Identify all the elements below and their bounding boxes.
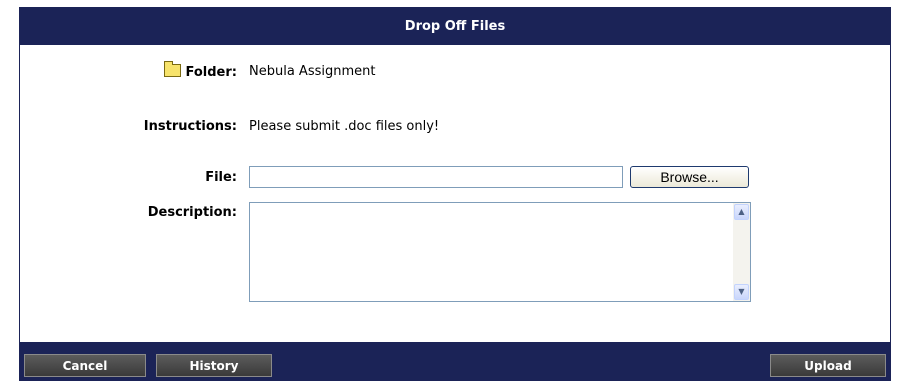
drop-off-panel: Drop Off Files Folder: Nebula Assignment…: [19, 7, 891, 381]
instructions-row: Instructions: Please submit .doc files o…: [20, 119, 890, 139]
file-label: File:: [205, 170, 237, 185]
folder-value: Nebula Assignment: [249, 64, 376, 79]
instructions-label: Instructions:: [143, 119, 237, 134]
browse-button[interactable]: Browse...: [630, 166, 749, 188]
folder-label-group: Folder:: [163, 61, 237, 80]
folder-row: Folder: Nebula Assignment: [20, 61, 890, 84]
history-button-label: History: [189, 358, 239, 373]
footer-bar: Cancel History Upload: [20, 342, 890, 380]
cancel-button[interactable]: Cancel: [24, 354, 146, 377]
scroll-down-icon[interactable]: ▼: [734, 284, 749, 300]
history-button[interactable]: History: [156, 354, 272, 377]
description-textarea[interactable]: ▲ ▼: [249, 202, 751, 302]
upload-button[interactable]: Upload: [770, 354, 886, 377]
folder-label: Folder:: [185, 65, 237, 80]
cancel-button-label: Cancel: [62, 358, 108, 373]
description-label: Description:: [147, 205, 237, 220]
page-title-text: Drop Off Files: [404, 19, 506, 34]
scroll-up-icon[interactable]: ▲: [734, 204, 749, 220]
instructions-value: Please submit .doc files only!: [249, 119, 440, 134]
description-scrollbar[interactable]: ▲ ▼: [733, 203, 750, 301]
folder-icon: [163, 61, 181, 77]
upload-button-label: Upload: [804, 358, 852, 373]
file-input[interactable]: [249, 166, 623, 188]
page-title: Drop Off Files: [20, 8, 890, 45]
